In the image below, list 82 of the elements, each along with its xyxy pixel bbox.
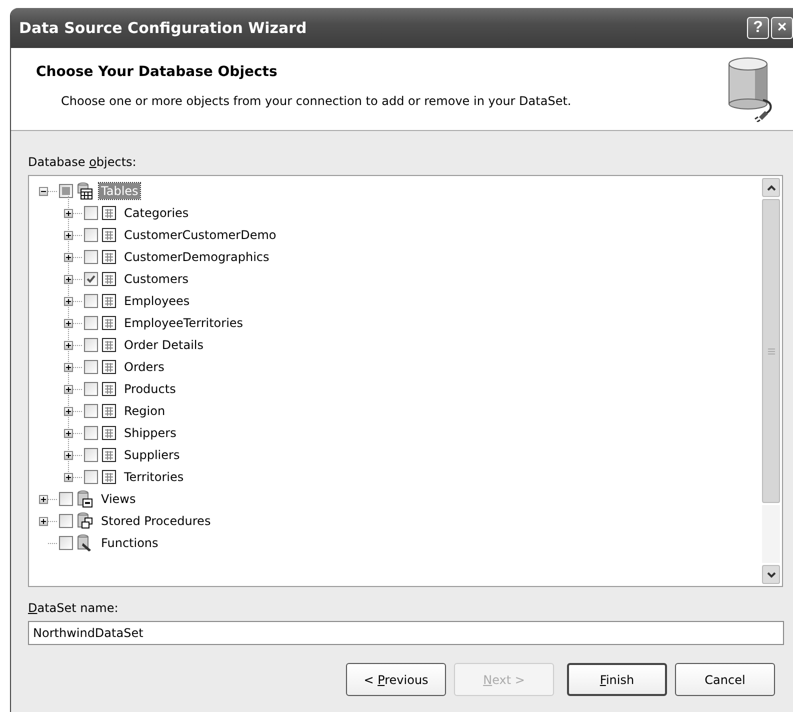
checkbox[interactable]	[84, 250, 98, 264]
checkbox[interactable]	[84, 272, 98, 286]
tree-item[interactable]: Products	[122, 381, 178, 397]
table-icon	[102, 382, 116, 396]
table-icon	[102, 404, 116, 418]
checkbox[interactable]	[59, 492, 73, 506]
table-icon	[102, 272, 116, 286]
wizard-button[interactable]: Cancel	[675, 663, 775, 696]
tree-item[interactable]: Region	[122, 403, 168, 419]
dataset-name-field[interactable]: NorthwindDataSet	[28, 621, 784, 645]
expander-icon[interactable]	[64, 252, 73, 262]
checkbox[interactable]	[84, 228, 98, 242]
expander-icon[interactable]	[39, 494, 48, 504]
table-icon	[102, 206, 116, 220]
checkbox[interactable]	[84, 294, 98, 308]
tree-item[interactable]: Suppliers	[122, 447, 182, 463]
table-icon	[102, 470, 116, 484]
tree-item[interactable]: Territories	[122, 469, 186, 485]
tree-item[interactable]: CustomerDemographics	[122, 249, 272, 265]
close-button[interactable]: ×	[771, 17, 793, 39]
database-tables-icon	[77, 182, 93, 200]
table-icon	[102, 448, 116, 462]
checkbox[interactable]	[59, 536, 73, 550]
checkbox[interactable]	[59, 514, 73, 528]
tree-item[interactable]: Functions	[99, 535, 160, 551]
scroll-thumb[interactable]	[762, 199, 780, 503]
expander-icon[interactable]	[64, 406, 73, 416]
table-icon	[102, 294, 116, 308]
expander-icon[interactable]	[64, 274, 73, 284]
expander-icon[interactable]	[64, 428, 73, 438]
field-label: DataSet name:	[28, 601, 120, 615]
scroll-up-icon[interactable]	[762, 178, 780, 197]
wizard-button[interactable]: Finish	[567, 663, 667, 696]
window-title: Data Source Configuration Wizard	[19, 19, 308, 37]
expander-icon[interactable]	[64, 318, 73, 328]
expander-icon[interactable]	[64, 296, 73, 306]
scroll-down-icon[interactable]	[762, 565, 780, 584]
checkbox[interactable]	[84, 360, 98, 374]
field-label: Database objects:	[28, 155, 138, 169]
tree-item[interactable]: Shippers	[122, 425, 178, 441]
expander-icon[interactable]	[64, 208, 73, 218]
page-description: Choose one or more objects from your connection to add or remove in your DataSet.	[61, 94, 572, 108]
page-title: Choose Your Database Objects	[36, 64, 278, 80]
tree-item[interactable]: Views	[99, 491, 138, 507]
expander-icon[interactable]	[64, 362, 73, 372]
database-procedure-icon	[77, 512, 93, 530]
help-button[interactable]: ?	[747, 17, 769, 39]
expander-icon[interactable]	[64, 340, 73, 350]
scrollbar[interactable]	[762, 178, 780, 584]
tree-item[interactable]: Order Details	[122, 337, 206, 353]
expander-icon[interactable]	[64, 384, 73, 394]
tree-item[interactable]: Employees	[122, 293, 192, 309]
checkbox[interactable]	[84, 448, 98, 462]
wizard-button[interactable]: < Previous	[346, 663, 446, 696]
tree-item[interactable]: EmployeeTerritories	[122, 315, 246, 331]
tree-item[interactable]: Customers	[122, 271, 191, 287]
tree-item[interactable]: Orders	[122, 359, 166, 375]
expander-icon[interactable]	[39, 516, 48, 526]
expander-icon[interactable]	[39, 186, 48, 196]
checkbox[interactable]	[84, 470, 98, 484]
checkbox[interactable]	[84, 206, 98, 220]
checkbox[interactable]	[59, 184, 73, 198]
checkbox[interactable]	[84, 382, 98, 396]
tree-item[interactable]: CustomerCustomerDemo	[122, 227, 278, 243]
table-icon	[102, 228, 116, 242]
tree-item[interactable]: Categories	[122, 205, 191, 221]
tree-item[interactable]: Tables	[99, 183, 140, 199]
checkbox[interactable]	[84, 404, 98, 418]
table-icon	[102, 360, 116, 374]
table-icon	[102, 316, 116, 330]
checkbox[interactable]	[84, 338, 98, 352]
table-icon	[102, 338, 116, 352]
database-view-icon	[77, 490, 93, 508]
expander-icon[interactable]	[64, 450, 73, 460]
checkbox[interactable]	[84, 426, 98, 440]
database-function-icon	[77, 534, 93, 552]
expander-icon[interactable]	[64, 230, 73, 240]
tree-item[interactable]: Stored Procedures	[99, 513, 213, 529]
table-icon	[102, 250, 116, 264]
table-icon	[102, 426, 116, 440]
checkbox[interactable]	[84, 316, 98, 330]
expander-icon[interactable]	[64, 472, 73, 482]
